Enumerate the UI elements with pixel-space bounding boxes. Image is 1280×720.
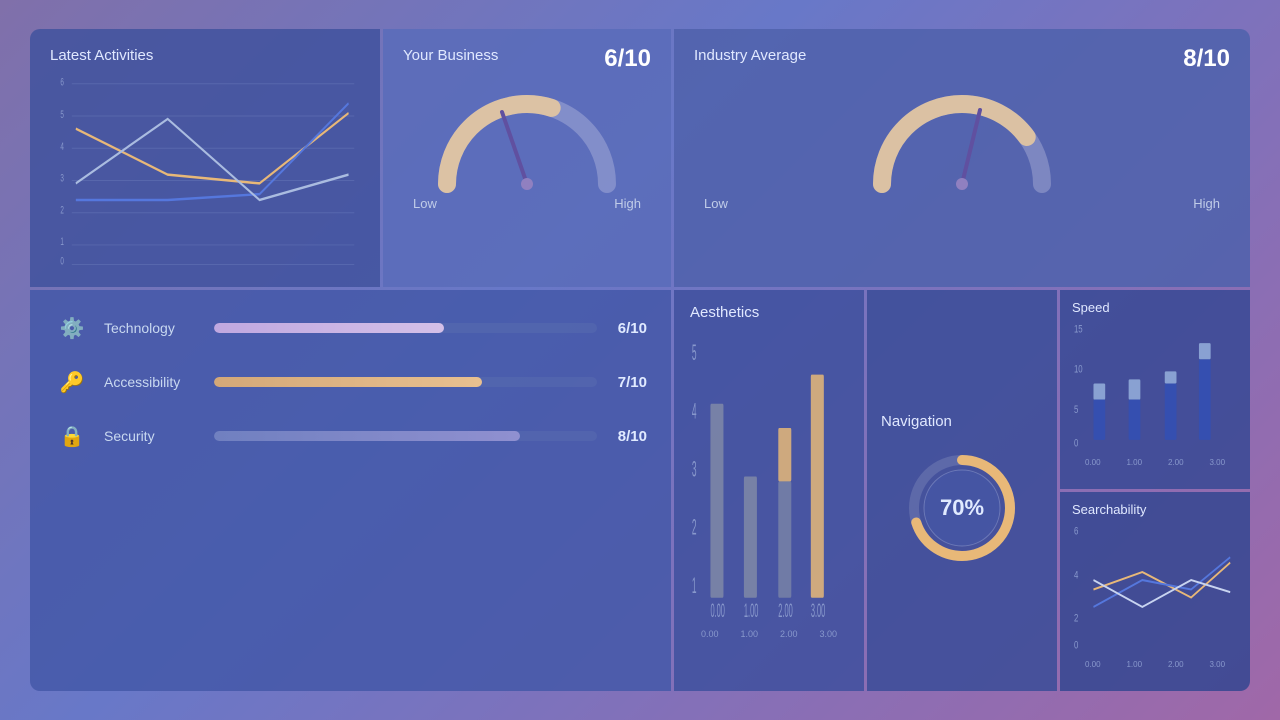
latest-activities-title: Latest Activities — [50, 47, 360, 64]
navigation-pct: 70% — [940, 495, 984, 521]
navigation-panel: Navigation 70% — [867, 290, 1057, 691]
speed-x1: 1.00 — [1126, 458, 1142, 467]
latest-activities-panel: Latest Activities 6 5 4 3 2 1 0 2017-01-… — [30, 29, 380, 287]
speed-x3: 3.00 — [1209, 458, 1225, 467]
your-business-labels: Low High — [403, 196, 651, 211]
technology-bar — [214, 323, 444, 333]
categories-panel: ⚙️ Technology 6/10 🔑 Accessibility 7/10 … — [30, 290, 671, 691]
svg-text:3.00: 3.00 — [811, 601, 825, 622]
svg-text:0: 0 — [1074, 436, 1078, 449]
aesthetics-title: Aesthetics — [690, 304, 848, 321]
industry-high-label: High — [1193, 196, 1220, 211]
bottom-right-panels: Aesthetics 5 4 3 2 1 0.00 1.00 2.00 3.00 — [674, 290, 1250, 691]
svg-text:5: 5 — [1074, 403, 1078, 416]
accessibility-icon: 🔑 — [54, 364, 90, 400]
svg-text:2.00: 2.00 — [778, 601, 792, 622]
svg-text:4: 4 — [692, 398, 697, 423]
industry-average-title: Industry Average — [694, 47, 1230, 64]
navigation-donut: 70% — [902, 448, 1022, 568]
svg-text:5: 5 — [60, 108, 64, 120]
your-business-score: 6/10 — [604, 45, 651, 73]
svg-text:1.00: 1.00 — [744, 601, 758, 622]
accessibility-bar-container — [214, 377, 597, 387]
svg-text:5: 5 — [692, 340, 697, 365]
technology-bar-container — [214, 323, 597, 333]
aesthetics-x1: 1.00 — [740, 629, 758, 639]
security-row: 🔒 Security 8/10 — [54, 418, 647, 454]
search-x3: 3.00 — [1209, 660, 1225, 669]
latest-activities-chart: 6 5 4 3 2 1 0 2017-01-01 2017-01-11 2017… — [50, 74, 360, 269]
svg-text:2: 2 — [60, 204, 64, 216]
technology-icon: ⚙️ — [54, 310, 90, 346]
your-business-panel: Your Business 6/10 Low High — [383, 29, 671, 287]
security-score: 8/10 — [607, 428, 647, 445]
aesthetics-x0: 0.00 — [701, 629, 719, 639]
speed-x2: 2.00 — [1168, 458, 1184, 467]
security-name: Security — [104, 428, 214, 444]
svg-text:0: 0 — [1074, 638, 1078, 651]
svg-text:2: 2 — [1074, 611, 1078, 624]
industry-average-score: 8/10 — [1183, 45, 1230, 73]
technology-score: 6/10 — [607, 320, 647, 337]
navigation-title: Navigation — [881, 413, 952, 430]
svg-text:15: 15 — [1074, 322, 1083, 335]
svg-text:0.00: 0.00 — [710, 601, 724, 622]
speed-title: Speed — [1072, 300, 1238, 315]
svg-text:1: 1 — [60, 235, 64, 247]
aesthetics-x3: 3.00 — [819, 629, 837, 639]
searchability-chart: 6 4 2 0 — [1072, 521, 1238, 655]
accessibility-row: 🔑 Accessibility 7/10 — [54, 364, 647, 400]
svg-text:6: 6 — [60, 76, 64, 88]
svg-text:0: 0 — [60, 255, 64, 267]
search-x2: 2.00 — [1168, 660, 1184, 669]
industry-low-label: Low — [704, 196, 728, 211]
security-bar-container — [214, 431, 597, 441]
svg-text:6: 6 — [1074, 524, 1078, 537]
industry-gauge — [862, 74, 1062, 194]
search-x0: 0.00 — [1085, 660, 1101, 669]
security-icon: 🔒 — [54, 418, 90, 454]
aesthetics-panel: Aesthetics 5 4 3 2 1 0.00 1.00 2.00 3.00 — [674, 290, 864, 691]
industry-average-labels: Low High — [694, 196, 1230, 211]
accessibility-name: Accessibility — [104, 374, 214, 390]
low-label: Low — [413, 196, 437, 211]
speed-x0: 0.00 — [1085, 458, 1101, 467]
speed-chart: 15 10 5 0 — [1072, 319, 1238, 453]
svg-text:1: 1 — [692, 573, 697, 598]
high-label: High — [614, 196, 641, 211]
accessibility-score: 7/10 — [607, 374, 647, 391]
speed-panel: Speed 15 10 5 0 — [1060, 290, 1250, 489]
security-bar — [214, 431, 520, 441]
svg-text:2: 2 — [692, 515, 697, 540]
industry-average-panel: Industry Average 8/10 Low High — [674, 29, 1250, 287]
search-x1: 1.00 — [1126, 660, 1142, 669]
speed-searchability-column: Speed 15 10 5 0 — [1060, 290, 1250, 691]
technology-name: Technology — [104, 320, 214, 336]
aesthetics-chart: 5 4 3 2 1 0.00 1.00 2.00 3.00 — [690, 331, 848, 622]
svg-text:10: 10 — [1074, 362, 1083, 375]
technology-row: ⚙️ Technology 6/10 — [54, 310, 647, 346]
accessibility-bar — [214, 377, 482, 387]
searchability-panel: Searchability 6 4 2 0 — [1060, 492, 1250, 691]
searchability-title: Searchability — [1072, 502, 1238, 517]
svg-text:3: 3 — [692, 457, 697, 482]
svg-text:4: 4 — [1074, 568, 1078, 581]
aesthetics-x2: 2.00 — [780, 629, 798, 639]
svg-text:4: 4 — [60, 140, 64, 152]
svg-text:3: 3 — [60, 172, 64, 184]
your-business-gauge — [427, 74, 627, 194]
